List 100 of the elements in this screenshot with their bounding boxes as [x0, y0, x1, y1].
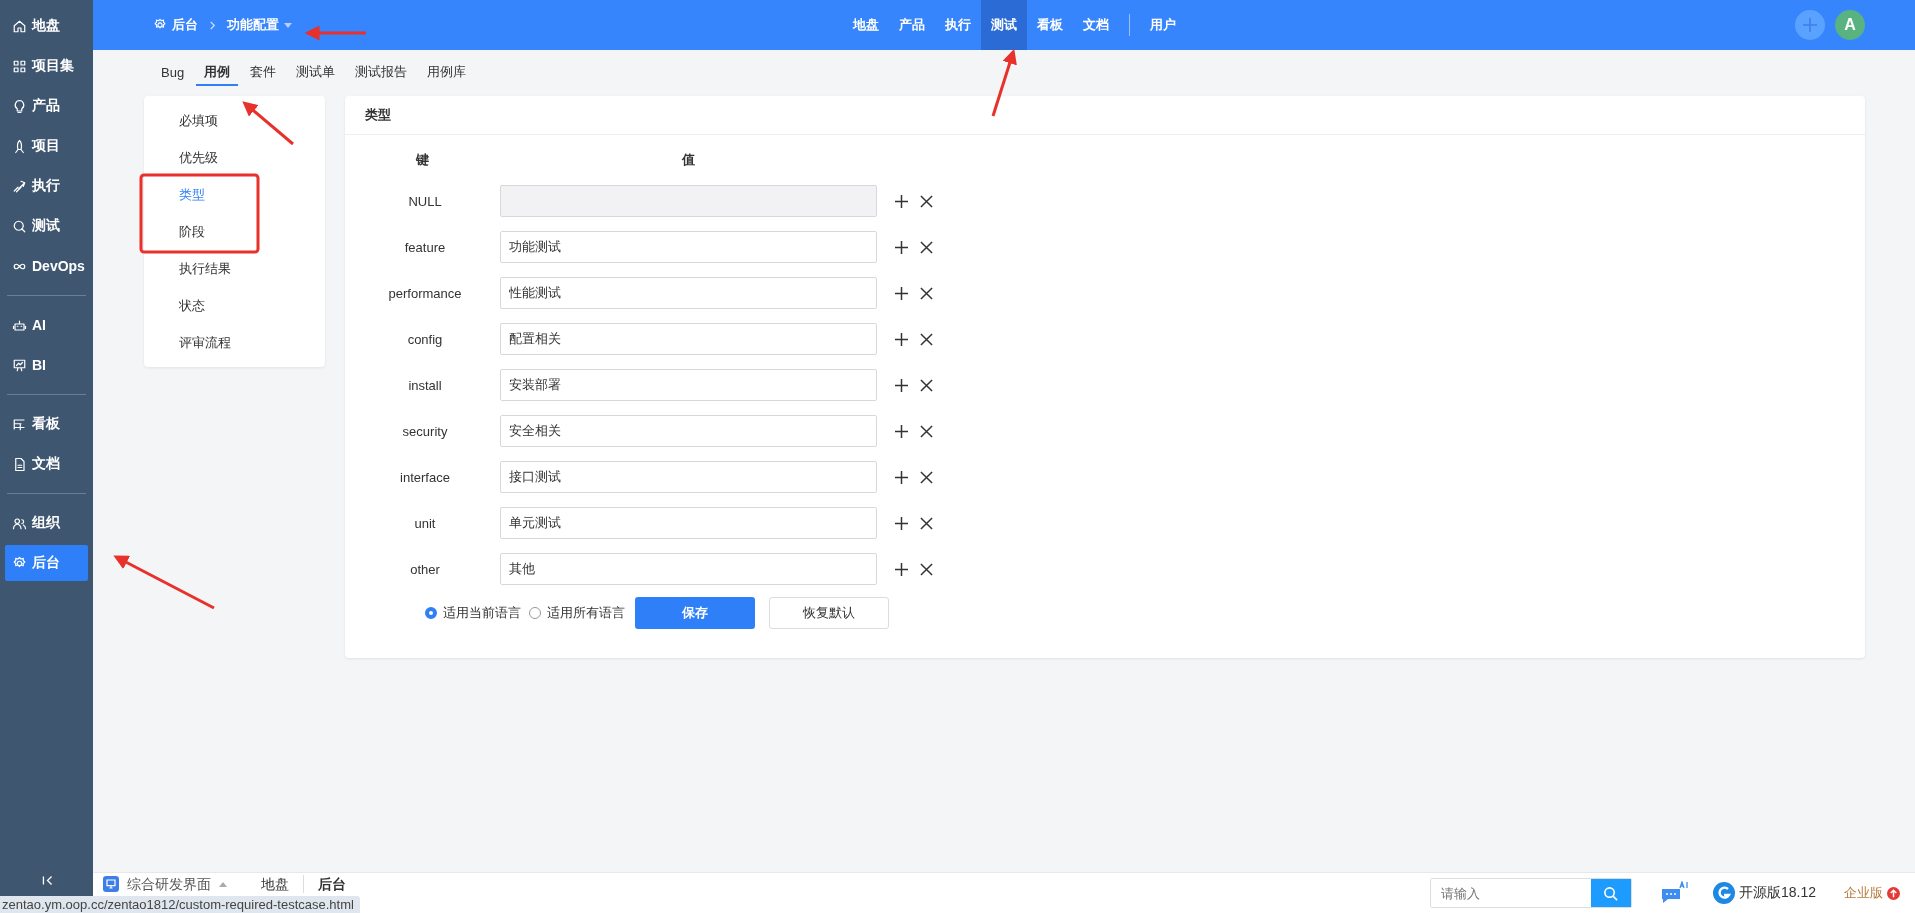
radio-option[interactable]: 适用所有语言	[529, 604, 625, 622]
version-label[interactable]: 开源版18.12	[1711, 881, 1816, 905]
restore-button[interactable]: 恢复默认	[769, 597, 889, 629]
key-label: performance	[387, 285, 463, 301]
sidebar-item[interactable]: AI	[5, 307, 88, 343]
annotation-arrow	[991, 48, 1017, 117]
sidebar-item[interactable]: 组织	[5, 505, 88, 541]
menu-item-icon	[12, 18, 27, 34]
logo-icon	[1711, 881, 1736, 905]
sidebar-item[interactable]: 看板	[5, 406, 88, 442]
nav-tab[interactable]: 执行	[935, 0, 981, 50]
menu-item-icon	[12, 515, 27, 531]
menu-item[interactable]: 类型	[144, 176, 325, 213]
collapse-icon[interactable]	[41, 874, 54, 887]
close-icon[interactable]	[920, 286, 933, 300]
menu-item-icon	[12, 98, 27, 114]
value-field[interactable]: 其他	[500, 553, 877, 585]
radio-option[interactable]: 适用当前语言	[425, 604, 521, 622]
chat-bubble-icon[interactable]	[1659, 881, 1690, 905]
key-label: feature	[403, 239, 447, 255]
value-field[interactable]: 接口测试	[500, 461, 877, 493]
nav-tab[interactable]: 测试	[981, 0, 1027, 50]
close-icon[interactable]	[920, 194, 933, 208]
column-header: 键	[414, 151, 430, 169]
sidebar-item[interactable]: 项目	[5, 128, 88, 164]
menu-item[interactable]: 必填项	[144, 102, 325, 139]
menu-item[interactable]: 状态	[144, 287, 325, 324]
annotation-arrow	[304, 25, 366, 41]
panel-title: 类型	[345, 96, 1865, 135]
tab[interactable]: Bug	[153, 60, 193, 86]
menu-item[interactable]: 优先级	[144, 139, 325, 176]
workspace-switcher[interactable]: 综合研发界面	[103, 876, 227, 892]
close-icon[interactable]	[920, 332, 933, 346]
url-tooltip: zentao.ym.oop.cc/zentao1812/custom-required-testcase.html	[0, 896, 360, 913]
tab[interactable]: 用例	[196, 60, 239, 86]
add-icon[interactable]	[895, 240, 908, 254]
tab[interactable]: 测试单	[288, 60, 344, 86]
value-field[interactable]: 安全相关	[500, 415, 877, 447]
menu-item[interactable]: 执行结果	[144, 250, 325, 287]
nav-tab[interactable]: 地盘	[843, 0, 889, 50]
add-icon[interactable]	[895, 470, 908, 484]
value-field[interactable]: 功能测试	[500, 231, 877, 263]
close-icon[interactable]	[920, 470, 933, 484]
tab[interactable]: 用例库	[419, 60, 475, 86]
key-label: NULL	[407, 193, 443, 209]
sidebar-item[interactable]: 后台	[5, 545, 88, 581]
close-icon[interactable]	[920, 562, 933, 576]
sidebar-item[interactable]: 项目集	[5, 48, 88, 84]
add-icon[interactable]	[895, 562, 908, 576]
sidebar-item[interactable]: 执行	[5, 168, 88, 204]
close-icon[interactable]	[920, 424, 933, 438]
sidebar-item[interactable]: BI	[5, 347, 88, 383]
add-icon[interactable]	[895, 424, 908, 438]
sidebar-item[interactable]: DevOps	[5, 248, 88, 284]
upgrade-link[interactable]: 企业版	[1844, 884, 1900, 902]
breadcrumb-link[interactable]: 后台	[318, 876, 346, 892]
caret-icon	[284, 22, 292, 28]
close-icon[interactable]	[920, 240, 933, 254]
sidebar-item[interactable]: 地盘	[5, 8, 88, 44]
add-icon[interactable]	[895, 378, 908, 392]
key-label: install	[407, 377, 443, 393]
value-field[interactable]: 配置相关	[500, 323, 877, 355]
tab[interactable]: 套件	[242, 60, 285, 86]
close-icon[interactable]	[920, 378, 933, 392]
menu-item[interactable]: 评审流程	[144, 324, 325, 361]
annotation-arrow	[242, 101, 294, 146]
sidebar-item[interactable]: 文档	[5, 446, 88, 482]
key-label: config	[406, 331, 444, 347]
caret-icon	[219, 881, 227, 887]
breadcrumb-dropdown[interactable]: 功能配置	[227, 16, 292, 34]
add-icon[interactable]	[895, 332, 908, 346]
nav-tab[interactable]: 用户	[1140, 0, 1186, 50]
sidebar-item[interactable]: 测试	[5, 208, 88, 244]
breadcrumb-link[interactable]: 后台	[153, 16, 198, 34]
nav-tab[interactable]: 看板	[1027, 0, 1073, 50]
search-box[interactable]: 请输入	[1429, 878, 1632, 908]
sidebar-item[interactable]: 产品	[5, 88, 88, 124]
add-icon[interactable]	[895, 516, 908, 530]
menu-item-icon	[12, 357, 27, 373]
menu-item-icon	[12, 58, 27, 74]
menu-item[interactable]: 阶段	[144, 213, 325, 250]
save-button[interactable]: 保存	[635, 597, 755, 629]
key-label: other	[409, 561, 441, 577]
menu-item-icon	[12, 218, 27, 234]
search-button[interactable]	[1590, 879, 1631, 907]
breadcrumb-link[interactable]: 地盘	[261, 876, 289, 892]
value-field[interactable]: 单元测试	[500, 507, 877, 539]
nav-tab[interactable]: 文档	[1073, 0, 1119, 50]
add-icon[interactable]	[895, 194, 908, 208]
nav-tab[interactable]: 产品	[889, 0, 935, 50]
tab[interactable]: 测试报告	[347, 60, 416, 86]
add-icon[interactable]	[895, 286, 908, 300]
close-icon[interactable]	[920, 516, 933, 530]
search-icon	[1603, 885, 1619, 901]
value-field[interactable]: 安装部署	[500, 369, 877, 401]
menu-item-icon	[12, 416, 27, 432]
menu-item-icon	[12, 456, 27, 472]
menu-item-icon	[12, 317, 27, 333]
monitor-icon	[103, 876, 119, 892]
value-field[interactable]: 性能测试	[500, 277, 877, 309]
